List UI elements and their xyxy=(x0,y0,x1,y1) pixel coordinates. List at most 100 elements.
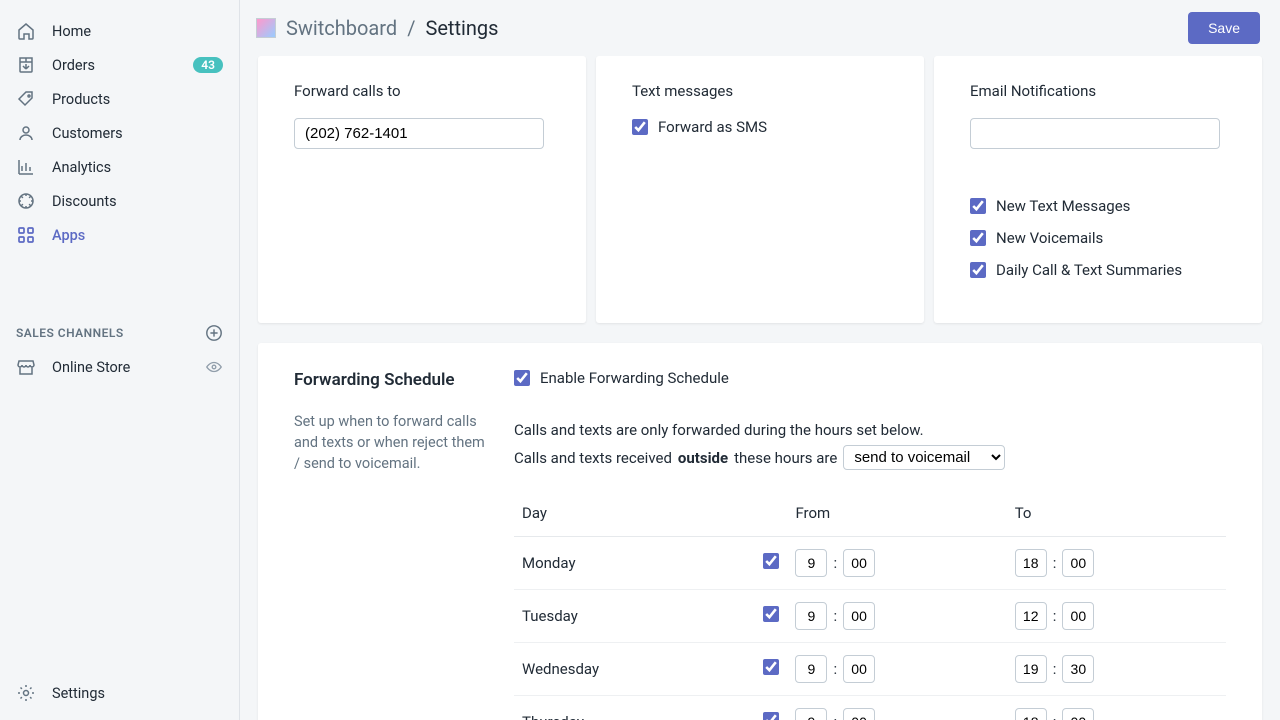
email-input[interactable] xyxy=(970,118,1220,149)
sidebar-item-label: Customers xyxy=(52,125,123,142)
day-enable-checkbox[interactable] xyxy=(763,712,779,720)
from-hour-input[interactable] xyxy=(795,708,827,720)
from-min-input[interactable] xyxy=(843,655,875,683)
sales-channels-label: SALES CHANNELS xyxy=(16,326,124,340)
sidebar-item-discounts[interactable]: Discounts xyxy=(0,184,239,218)
card-forward-calls: Forward calls to xyxy=(258,56,586,323)
from-min-input[interactable] xyxy=(843,602,875,630)
to-time: : xyxy=(1015,549,1218,577)
from-min-input[interactable] xyxy=(843,549,875,577)
card-text-messages: Text messages Forward as SMS xyxy=(596,56,924,323)
day-enable-checkbox[interactable] xyxy=(763,659,779,675)
from-hour-input[interactable] xyxy=(795,549,827,577)
view-store-icon[interactable] xyxy=(205,358,223,376)
sidebar-item-orders[interactable]: Orders43 xyxy=(0,48,239,82)
to-hour-input[interactable] xyxy=(1015,708,1047,720)
table-row: Thursday:: xyxy=(514,696,1226,720)
card-title: Email Notifications xyxy=(970,82,1226,100)
sidebar-item-analytics[interactable]: Analytics xyxy=(0,150,239,184)
sidebar-item-label: Home xyxy=(52,23,91,40)
schedule-desc: Calls and texts are only forwarded durin… xyxy=(514,421,1226,439)
from-hour-input[interactable] xyxy=(795,602,827,630)
to-time: : xyxy=(1015,708,1218,720)
email-opt-row[interactable]: Daily Call & Text Summaries xyxy=(970,261,1226,279)
day-enable-checkbox[interactable] xyxy=(763,553,779,569)
sidebar-item-settings[interactable]: Settings xyxy=(0,676,239,710)
sidebar-item-label: Products xyxy=(52,91,110,108)
products-icon xyxy=(16,89,36,109)
channel-label: Online Store xyxy=(52,359,130,376)
to-hour-input[interactable] xyxy=(1015,549,1047,577)
breadcrumb-current: Settings xyxy=(425,16,498,40)
forward-phone-input[interactable] xyxy=(294,118,544,149)
t: these hours are xyxy=(734,449,837,467)
from-min-input[interactable] xyxy=(843,708,875,720)
home-icon xyxy=(16,21,36,41)
to-time: : xyxy=(1015,655,1218,683)
to-min-input[interactable] xyxy=(1062,602,1094,630)
forward-sms-checkbox[interactable] xyxy=(632,119,648,135)
apps-icon xyxy=(16,225,36,245)
add-channel-icon[interactable] xyxy=(205,324,223,342)
forward-sms-row[interactable]: Forward as SMS xyxy=(632,118,888,136)
email-opt-label: New Text Messages xyxy=(996,197,1130,215)
sidebar: Home Orders43 Products Customers Analytics Di… xyxy=(0,0,240,720)
day-cell: Thursday xyxy=(514,696,727,720)
enable-schedule-label: Enable Forwarding Schedule xyxy=(540,369,729,387)
outside-action-select[interactable]: send to voicemail xyxy=(843,445,1005,470)
sidebar-item-label: Discounts xyxy=(52,193,117,210)
to-min-input[interactable] xyxy=(1062,655,1094,683)
customers-icon xyxy=(16,123,36,143)
card-forwarding-schedule: Forwarding Schedule Set up when to forwa… xyxy=(258,343,1262,720)
col-from: From xyxy=(787,490,1006,537)
table-row: Monday:: xyxy=(514,537,1226,590)
to-min-input[interactable] xyxy=(1062,549,1094,577)
enable-schedule-row[interactable]: Enable Forwarding Schedule xyxy=(514,369,1226,387)
from-time: : xyxy=(795,655,998,683)
to-hour-input[interactable] xyxy=(1015,655,1047,683)
sales-channels-header: SALES CHANNELS xyxy=(0,306,239,350)
breadcrumb-app[interactable]: Switchboard xyxy=(286,16,397,40)
save-button[interactable]: Save xyxy=(1188,12,1260,44)
sidebar-item-label: Analytics xyxy=(52,159,111,176)
enable-schedule-checkbox[interactable] xyxy=(514,370,530,386)
store-icon xyxy=(16,357,36,377)
sidebar-item-apps[interactable]: Apps xyxy=(0,218,239,252)
from-time: : xyxy=(795,708,998,720)
schedule-blurb: Set up when to forward calls and texts o… xyxy=(294,411,494,474)
from-hour-input[interactable] xyxy=(795,655,827,683)
email-opt-label: New Voicemails xyxy=(996,229,1103,247)
col-day: Day xyxy=(514,490,727,537)
email-opt-label: Daily Call & Text Summaries xyxy=(996,261,1182,279)
forward-sms-label: Forward as SMS xyxy=(658,118,767,136)
day-cell: Wednesday xyxy=(514,643,727,696)
gear-icon xyxy=(16,683,36,703)
col-to: To xyxy=(1007,490,1226,537)
badge: 43 xyxy=(193,57,223,73)
day-cell: Monday xyxy=(514,537,727,590)
table-row: Wednesday:: xyxy=(514,643,1226,696)
from-time: : xyxy=(795,602,998,630)
email-opt-checkbox[interactable] xyxy=(970,230,986,246)
app-logo-icon xyxy=(256,18,276,38)
to-time: : xyxy=(1015,602,1218,630)
channel-item-online-store[interactable]: Online Store xyxy=(0,350,239,384)
email-opt-row[interactable]: New Text Messages xyxy=(970,197,1226,215)
to-min-input[interactable] xyxy=(1062,708,1094,720)
email-opt-row[interactable]: New Voicemails xyxy=(970,229,1226,247)
card-title: Forward calls to xyxy=(294,82,550,100)
sidebar-item-products[interactable]: Products xyxy=(0,82,239,116)
email-opt-checkbox[interactable] xyxy=(970,198,986,214)
sidebar-item-label: Settings xyxy=(52,685,105,702)
sidebar-item-home[interactable]: Home xyxy=(0,14,239,48)
day-enable-checkbox[interactable] xyxy=(763,606,779,622)
email-opt-checkbox[interactable] xyxy=(970,262,986,278)
to-hour-input[interactable] xyxy=(1015,602,1047,630)
breadcrumb: Switchboard / Settings xyxy=(286,16,498,40)
sidebar-item-customers[interactable]: Customers xyxy=(0,116,239,150)
header: Switchboard / Settings Save xyxy=(240,0,1280,56)
day-cell: Tuesday xyxy=(514,590,727,643)
schedule-table: Day From To Monday::Tuesday::Wednesday::… xyxy=(514,490,1226,720)
from-time: : xyxy=(795,549,998,577)
orders-icon xyxy=(16,55,36,75)
